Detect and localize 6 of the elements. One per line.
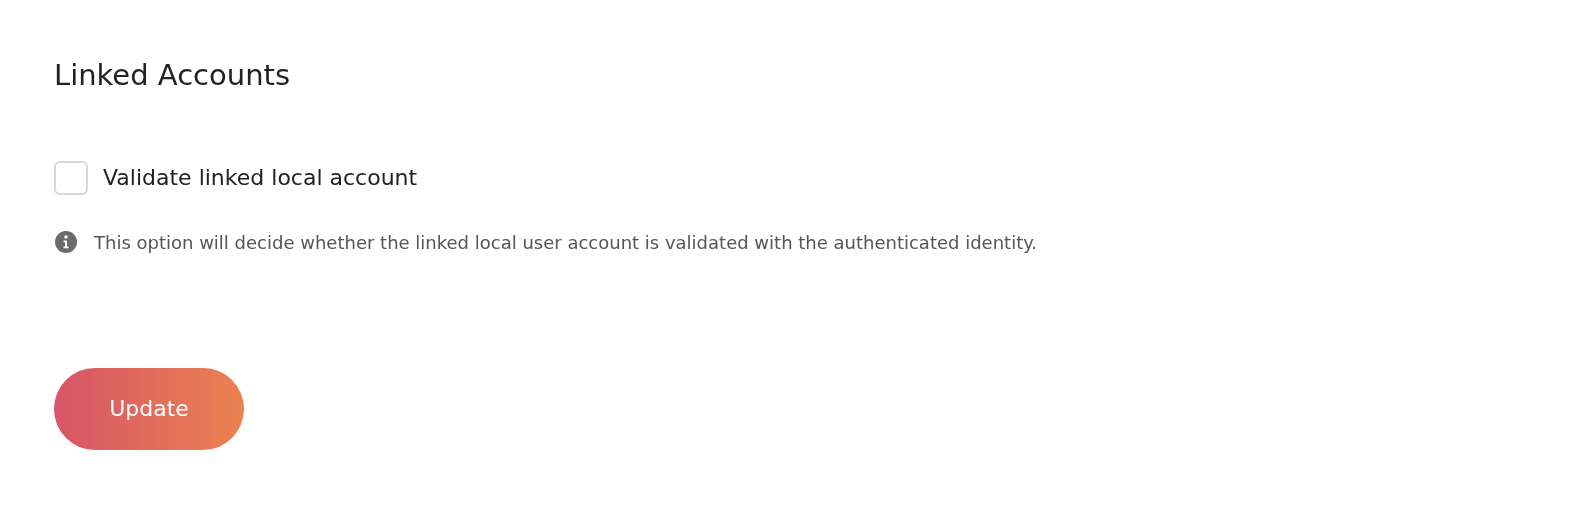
section-title: Linked Accounts (54, 58, 292, 93)
hint-text: This option will decide whether the linked local user account is validated with the authenticated identity. (94, 230, 1037, 255)
info-icon (54, 230, 78, 255)
checkbox-label: Validate linked local account (103, 164, 418, 193)
checkbox[interactable] (54, 160, 88, 195)
update-button[interactable]: Update (54, 367, 244, 450)
